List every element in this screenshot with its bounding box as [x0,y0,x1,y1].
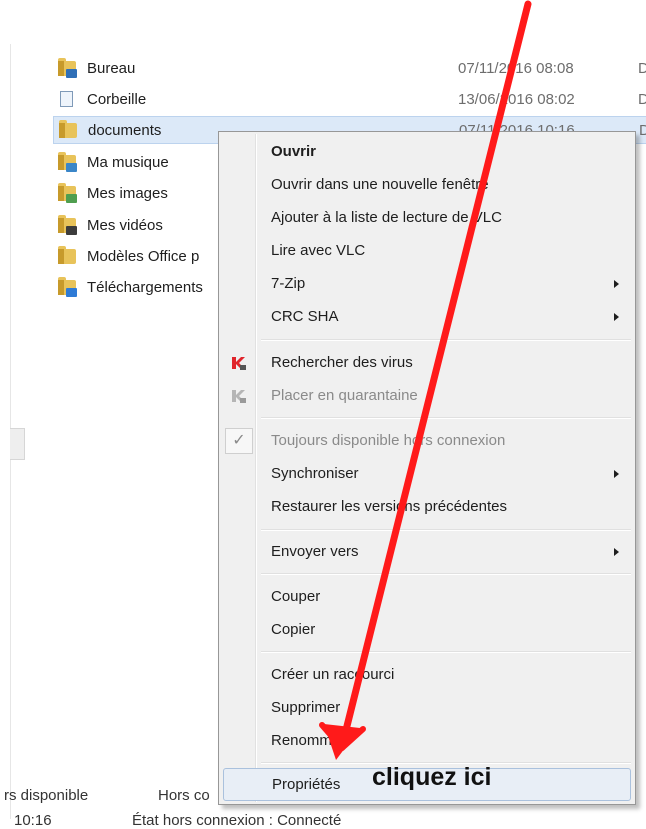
menu-item-7zip[interactable]: 7-Zip [221,267,633,300]
menu-item-label: Lire avec VLC [271,242,366,259]
context-menu: Ouvrir Ouvrir dans une nouvelle fenêtre … [218,131,636,805]
list-item[interactable]: Bureau 07/11/2016 08:08 Do [53,54,646,82]
menu-item-label: Rechercher des virus [271,354,413,371]
menu-item-label: CRC SHA [271,308,339,325]
menu-item-always-offline: ✓ Toujours disponible hors connexion [221,424,633,457]
menu-item-rename[interactable]: Renommer [221,724,633,757]
submenu-arrow-icon [614,469,619,478]
menu-item-quarantine: Placer en quarantaine [221,379,633,412]
recycle-bin-icon [57,89,77,109]
menu-item-label: Créer un raccourci [271,666,395,683]
menu-item-create-shortcut[interactable]: Créer un raccourci [221,658,633,691]
list-item[interactable]: Corbeille 13/06/2016 08:02 Do [53,85,646,113]
menu-item-send-to[interactable]: Envoyer vers [221,535,633,568]
menu-item-label: Envoyer vers [271,543,359,560]
status-connection: État hors connexion : Connecté [132,812,342,829]
submenu-arrow-icon [614,547,619,556]
status-offline: Hors co [158,787,210,804]
menu-item-sync[interactable]: Synchroniser [221,457,633,490]
menu-item-label: Ajouter à la liste de lecture de VLC [271,209,502,226]
desktop-folder-icon [57,58,77,78]
file-type: Do [638,90,646,108]
downloads-folder-icon [57,277,77,297]
kaspersky-scan-icon [232,356,246,370]
menu-item-delete[interactable]: Supprimer [221,691,633,724]
menu-item-scan-virus[interactable]: Rechercher des virus [221,346,633,379]
file-date: 13/06/2016 08:02 [458,90,575,108]
file-date: 07/11/2016 08:08 [458,59,574,77]
menu-item-copy[interactable]: Copier [221,613,633,646]
menu-separator [261,529,631,531]
menu-item-crc-sha[interactable]: CRC SHA [221,300,633,333]
menu-separator [261,573,631,575]
file-type: Do [639,121,646,139]
menu-item-open[interactable]: Ouvrir [221,135,633,168]
menu-item-label: Synchroniser [271,465,359,482]
videos-folder-icon [57,215,77,235]
menu-item-open-new-window[interactable]: Ouvrir dans une nouvelle fenêtre [221,168,633,201]
menu-item-label: Placer en quarantaine [271,387,418,404]
menu-item-label: Copier [271,621,316,638]
menu-separator [261,651,631,653]
annotation-label: cliquez ici [372,763,492,791]
submenu-arrow-icon [614,279,619,288]
menu-item-label: Ouvrir dans une nouvelle fenêtre [271,176,489,193]
menu-item-label: Renommer [271,732,346,749]
file-name: Bureau [87,59,136,77]
menu-separator [261,417,631,419]
menu-item-label: Propriétés [272,776,341,793]
menu-item-label: Supprimer [271,699,341,716]
menu-item-label: Restaurer les versions précédentes [271,498,507,515]
menu-item-label: Couper [271,588,321,605]
pictures-folder-icon [57,183,77,203]
kaspersky-quarantine-icon [232,389,246,403]
menu-item-add-vlc-playlist[interactable]: Ajouter à la liste de lecture de VLC [221,201,633,234]
folder-icon [58,120,78,140]
status-time: 10:16 [14,812,52,829]
submenu-arrow-icon [614,312,619,321]
menu-item-label: Ouvrir [271,143,317,160]
check-icon: ✓ [225,427,253,454]
menu-item-cut[interactable]: Couper [221,580,633,613]
menu-separator [261,339,631,341]
menu-item-restore-versions[interactable]: Restaurer les versions précédentes [221,490,633,523]
menu-item-label: Toujours disponible hors connexion [271,432,506,449]
status-availability: rs disponible [4,787,89,804]
file-type: Do [638,59,646,77]
file-name: Corbeille [87,90,147,108]
splitter-handle[interactable] [10,428,25,460]
menu-item-play-vlc[interactable]: Lire avec VLC [221,234,633,267]
folder-icon [57,246,77,266]
music-folder-icon [57,152,77,172]
menu-item-label: 7-Zip [271,275,306,292]
